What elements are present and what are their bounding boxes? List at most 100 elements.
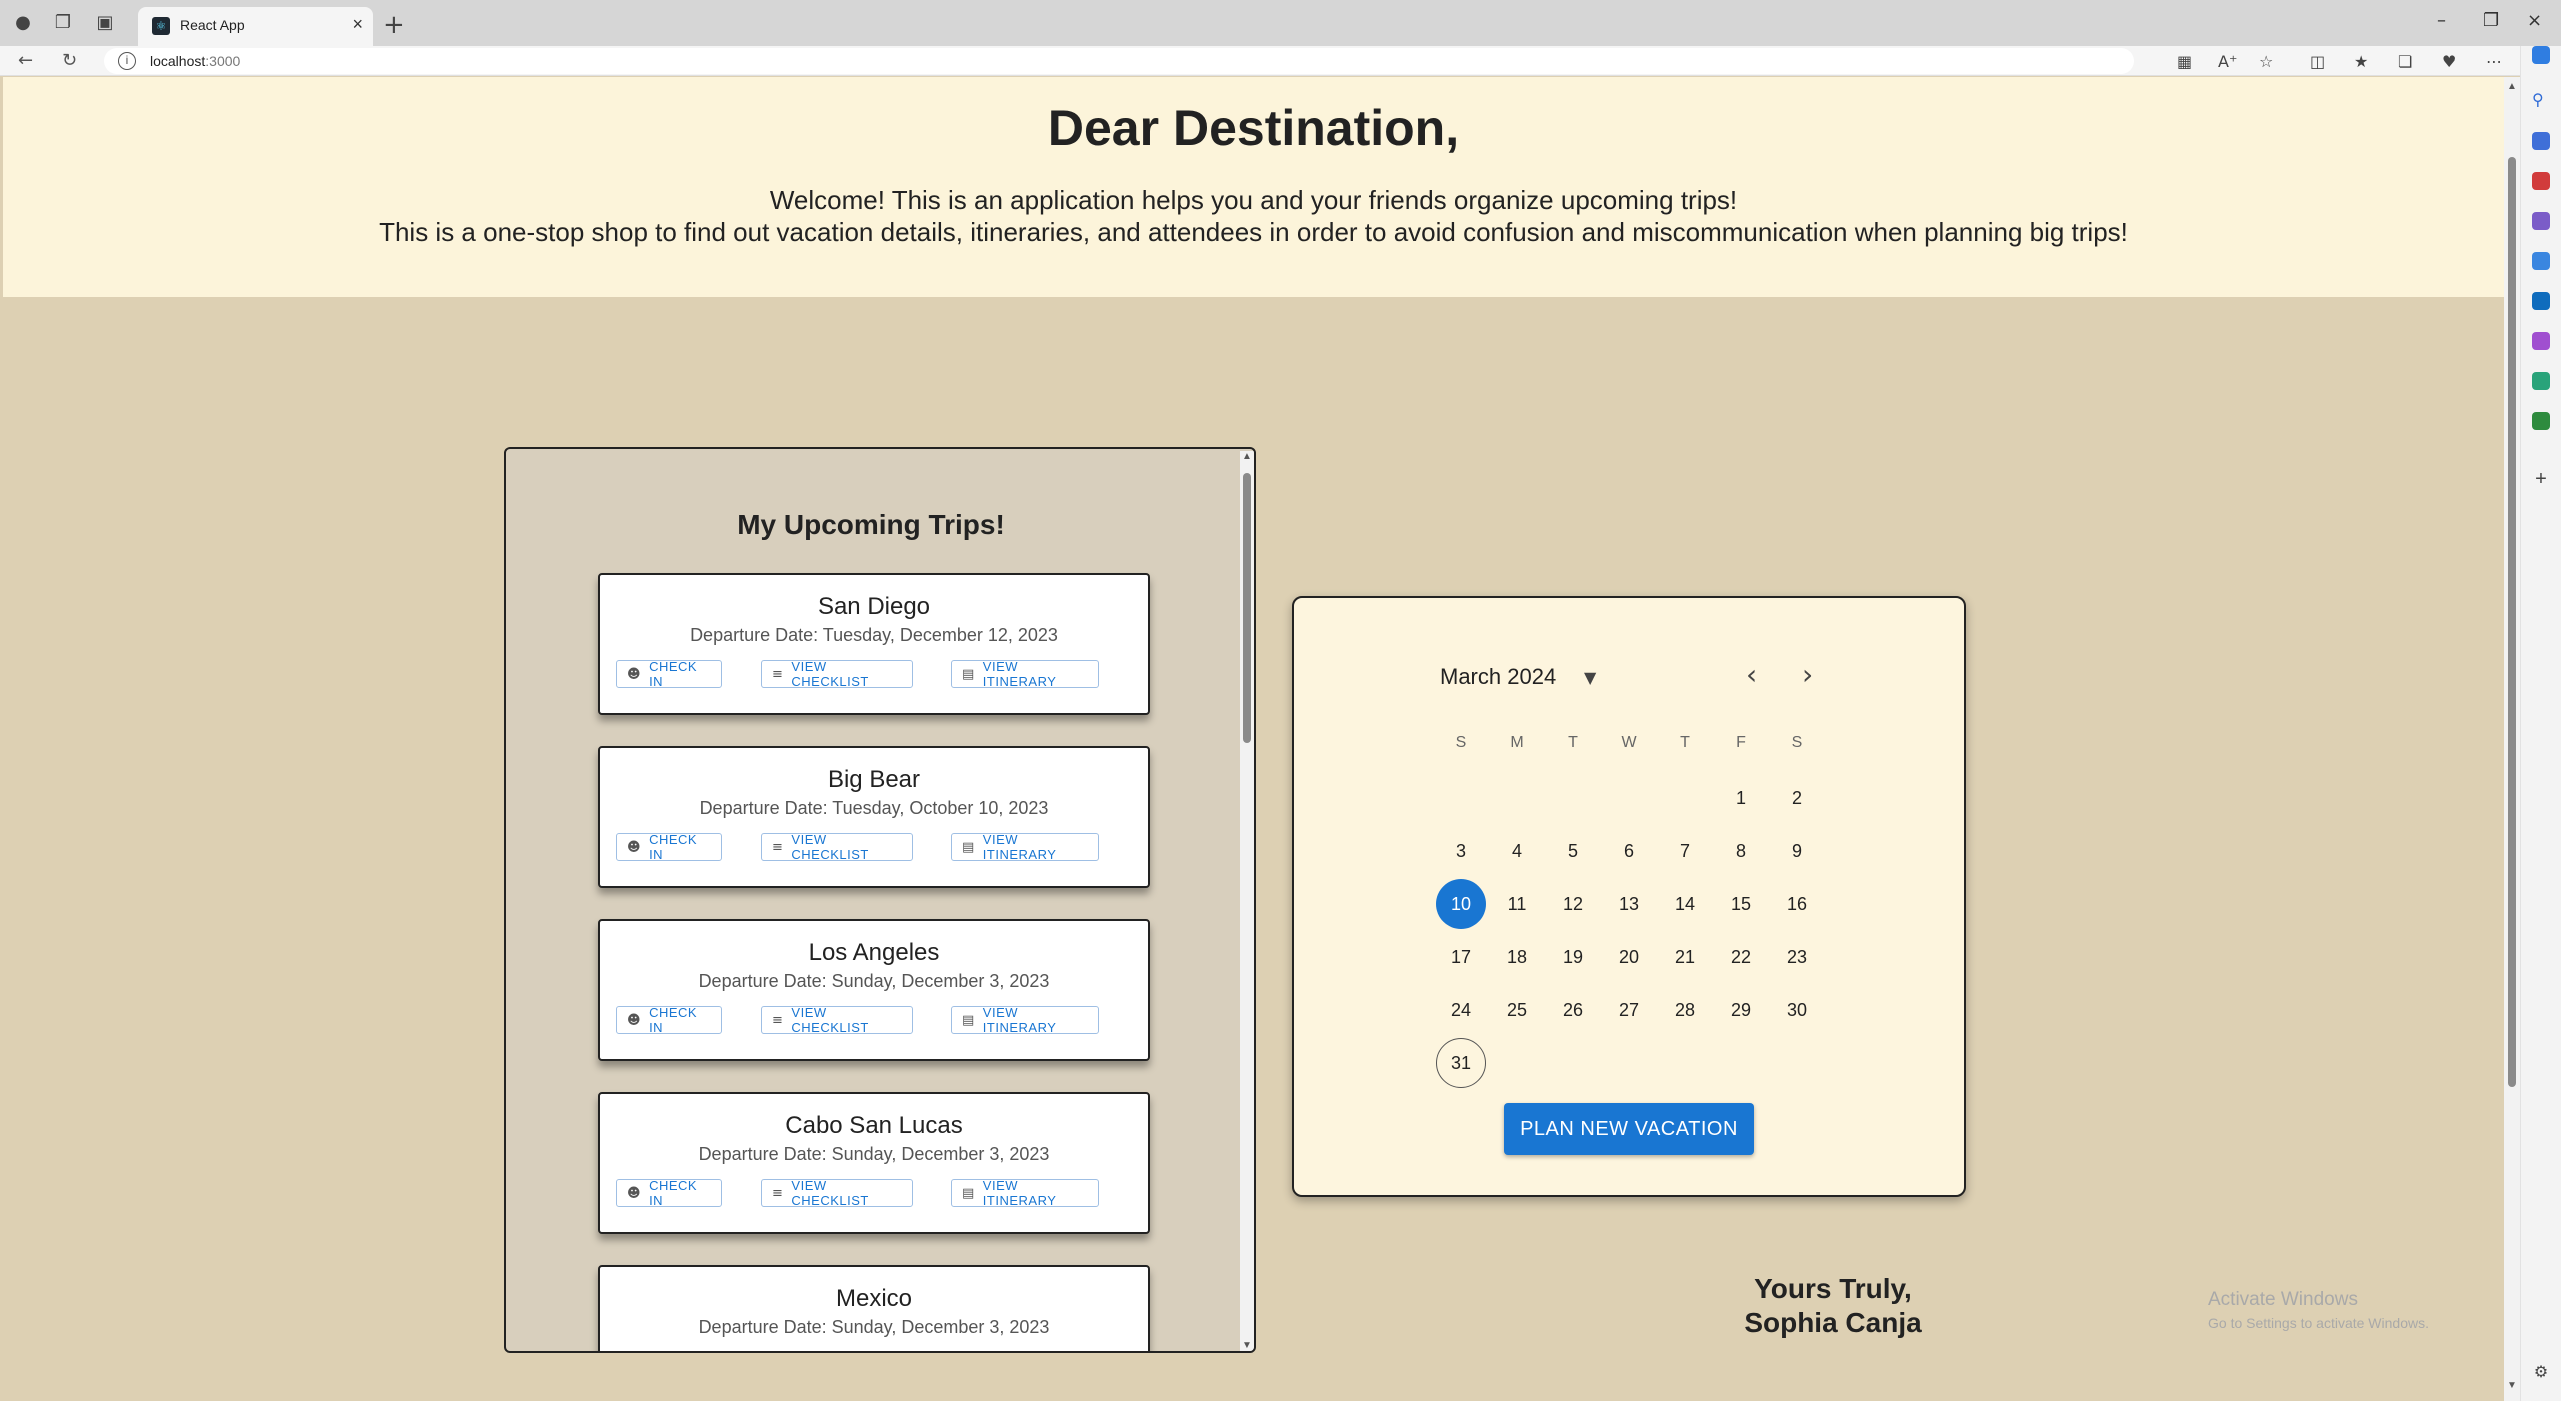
calendar-day[interactable]: 21 [1660, 932, 1710, 982]
calendar-day[interactable]: 26 [1548, 985, 1598, 1035]
back-icon[interactable]: ← [18, 50, 33, 71]
refresh-icon[interactable]: ↻ [62, 50, 77, 71]
previous-month-icon[interactable]: ‹ [1746, 658, 1757, 691]
calendar-day[interactable]: 8 [1716, 826, 1766, 876]
calendar-day[interactable]: 17 [1436, 932, 1486, 982]
page-scroll-down-icon[interactable]: ▼ [2507, 1380, 2517, 1391]
search-icon[interactable]: ⚲ [2532, 90, 2550, 109]
view-checklist-button[interactable]: ≡VIEW CHECKLIST [761, 659, 913, 689]
games-icon[interactable] [2532, 212, 2550, 230]
check-in-button[interactable]: ☻CHECK IN [616, 1005, 722, 1035]
read-aloud-icon[interactable]: A⁺ [2218, 52, 2237, 71]
calendar-day[interactable]: 11 [1492, 879, 1542, 929]
calendar-day[interactable]: 27 [1604, 985, 1654, 1035]
view-checklist-button[interactable]: ≡VIEW CHECKLIST [761, 1005, 913, 1035]
more-menu-icon[interactable]: ⋯ [2486, 52, 2502, 71]
restore-icon[interactable]: ❐ [2483, 10, 2499, 31]
minimize-icon[interactable]: – [2437, 10, 2446, 31]
split-screen-icon[interactable]: ◫ [2310, 52, 2325, 71]
outlook-icon[interactable] [2532, 292, 2550, 310]
calendar-month-label[interactable]: March 2024 [1440, 664, 1556, 690]
site-info-icon[interactable]: i [118, 52, 136, 70]
view-itinerary-button[interactable]: ▤VIEW ITINERARY [951, 1352, 1099, 1353]
sidebar-settings-icon[interactable]: ⚙ [2532, 1364, 2550, 1382]
calendar-day[interactable]: 25 [1492, 985, 1542, 1035]
trip-departure-date: Departure Date: Tuesday, December 12, 20… [690, 625, 1058, 645]
calendar-day[interactable]: 6 [1604, 826, 1654, 876]
weekday-header: W [1621, 734, 1637, 751]
calendar-day[interactable]: 29 [1716, 985, 1766, 1035]
view-itinerary-label: VIEW ITINERARY [983, 1351, 1088, 1353]
calendar-day[interactable]: 12 [1548, 879, 1598, 929]
view-itinerary-button[interactable]: ▤VIEW ITINERARY [951, 1005, 1099, 1035]
page-scroll-up-icon[interactable]: ▲ [2507, 81, 2517, 92]
close-tab-icon[interactable]: × [352, 14, 363, 35]
favorites-icon[interactable]: ★ [2354, 52, 2368, 71]
calendar-day[interactable]: 16 [1772, 879, 1822, 929]
plan-new-vacation-button[interactable]: PLAN NEW VACATION [1504, 1103, 1754, 1155]
close-window-icon[interactable]: × [2527, 10, 2542, 31]
edge-sidebar: ⚲ + ⚙ [2520, 46, 2561, 1401]
view-checklist-button[interactable]: ≡VIEW CHECKLIST [761, 832, 913, 862]
calendar-day[interactable]: 2 [1772, 773, 1822, 823]
url-input[interactable]: i localhost:3000 [104, 48, 2134, 74]
calendar-day[interactable]: 3 [1436, 826, 1486, 876]
calendar-day-selected[interactable]: 10 [1436, 879, 1486, 929]
page-scrollbar[interactable]: ▲ ▼ [2504, 77, 2520, 1401]
calendar-day[interactable]: 7 [1660, 826, 1710, 876]
page-scrollbar-thumb[interactable] [2508, 157, 2516, 1087]
view-itinerary-button[interactable]: ▤VIEW ITINERARY [951, 1178, 1099, 1208]
tree-icon[interactable] [2532, 412, 2550, 430]
view-itinerary-button[interactable]: ▤VIEW ITINERARY [951, 659, 1099, 689]
calendar-day[interactable]: 20 [1604, 932, 1654, 982]
calendar-day[interactable]: 14 [1660, 879, 1710, 929]
trip-city: Cabo San Lucas [785, 1112, 963, 1139]
workspaces-icon[interactable]: ❐ [52, 12, 74, 34]
next-month-icon[interactable]: › [1802, 658, 1813, 691]
microsoft-365-icon[interactable] [2532, 252, 2550, 270]
calendar-day[interactable]: 22 [1716, 932, 1766, 982]
designer-icon[interactable] [2532, 332, 2550, 350]
view-itinerary-button[interactable]: ▤VIEW ITINERARY [951, 832, 1099, 862]
tools-icon[interactable] [2532, 172, 2550, 190]
drop-icon[interactable] [2532, 372, 2550, 390]
calendar-day[interactable]: 4 [1492, 826, 1542, 876]
copilot-icon[interactable] [2532, 46, 2550, 64]
new-tab-icon[interactable]: + [383, 10, 405, 40]
app-available-icon[interactable]: ▦ [2177, 52, 2192, 71]
scroll-down-icon[interactable]: ▼ [1242, 1340, 1252, 1351]
view-checklist-button[interactable]: ≡VIEW CHECKLIST [761, 1352, 913, 1353]
calendar-day[interactable]: 18 [1492, 932, 1542, 982]
calendar-day[interactable]: 24 [1436, 985, 1486, 1035]
scroll-up-icon[interactable]: ▲ [1242, 451, 1252, 462]
browser-tab[interactable]: ⚛ React App × [138, 7, 373, 46]
month-dropdown-icon[interactable]: ▼ [1584, 668, 1596, 687]
tab-actions-icon[interactable]: ▣ [94, 12, 116, 34]
calendar-day[interactable]: 5 [1548, 826, 1598, 876]
trips-scrollbar-thumb[interactable] [1243, 473, 1251, 743]
check-in-button[interactable]: ☻CHECK IN [616, 832, 722, 862]
calendar-day[interactable]: 19 [1548, 932, 1598, 982]
calendar-day[interactable]: 28 [1660, 985, 1710, 1035]
favorite-star-icon[interactable]: ☆ [2259, 52, 2273, 71]
profile-icon[interactable]: ● [12, 12, 34, 34]
trips-scrollbar[interactable]: ▲ ▼ [1240, 451, 1254, 1351]
browser-essentials-icon[interactable]: ♥ [2442, 52, 2456, 71]
collections-icon[interactable]: ❏ [2398, 52, 2412, 71]
calendar-day[interactable]: 23 [1772, 932, 1822, 982]
calendar-day[interactable]: 1 [1716, 773, 1766, 823]
calendar-day[interactable]: 31 [1436, 1038, 1486, 1088]
shopping-icon[interactable] [2532, 132, 2550, 150]
check-in-button[interactable]: ☻CHECK IN [616, 1352, 722, 1353]
add-sidebar-app-icon[interactable]: + [2532, 469, 2550, 489]
check-in-button[interactable]: ☻CHECK IN [616, 659, 722, 689]
calendar-day[interactable]: 9 [1772, 826, 1822, 876]
check-in-button[interactable]: ☻CHECK IN [616, 1178, 722, 1208]
calendar-day[interactable]: 15 [1716, 879, 1766, 929]
weekday-header: M [1510, 734, 1524, 751]
view-checklist-button[interactable]: ≡VIEW CHECKLIST [761, 1178, 913, 1208]
checklist-icon: ≡ [772, 1012, 784, 1028]
calendar-day[interactable]: 13 [1604, 879, 1654, 929]
calendar-day[interactable]: 30 [1772, 985, 1822, 1035]
checklist-icon: ≡ [772, 1185, 784, 1201]
